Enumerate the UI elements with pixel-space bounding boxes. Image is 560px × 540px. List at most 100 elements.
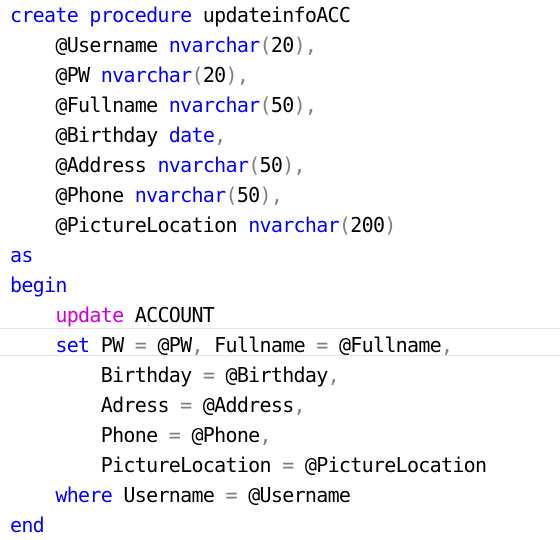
sql-operator: ), [282, 153, 305, 177]
code-line[interactable]: Birthday = @Birthday, [10, 360, 558, 390]
sql-operator: = [168, 423, 181, 447]
sql-operator: , [214, 123, 226, 147]
sql-text: 20 [202, 63, 226, 87]
sql-operator: = [316, 333, 328, 357]
sql-text: @PW [146, 333, 192, 357]
sql-text: @PictureLocation [293, 453, 487, 477]
sql-text: @Birthday [214, 363, 328, 387]
sql-text: @PW [55, 63, 101, 87]
sql-operator: ( [259, 93, 272, 117]
sql-text: 50 [236, 183, 260, 207]
sql-keyword: create [10, 3, 79, 27]
sql-operator: , [259, 423, 272, 447]
code-line[interactable]: @Phone nvarchar(50), [10, 180, 558, 210]
sql-text: 200 [350, 213, 385, 237]
sql-keyword: date [168, 123, 215, 147]
code-line[interactable]: @Fullname nvarchar(50), [10, 90, 558, 120]
sql-text: @Address [191, 393, 294, 417]
sql-text: Fullname [202, 333, 317, 357]
sql-text: @Phone [180, 423, 260, 447]
sql-text: PictureLocation [100, 453, 283, 477]
sql-keyword: begin [10, 273, 67, 297]
sql-text: Birthday [100, 363, 203, 387]
sql-text: Username [112, 483, 226, 507]
code-line[interactable]: end [10, 510, 558, 540]
code-line[interactable]: as [10, 240, 558, 270]
code-line-current[interactable]: set PW = @PW, Fullname = @Fullname, [10, 330, 558, 360]
sql-operator: , [327, 363, 340, 387]
sql-keyword: as [10, 243, 33, 267]
sql-operator: ), [259, 183, 283, 207]
sql-keyword: nvarchar [168, 33, 260, 57]
sql-keyword: nvarchar [134, 183, 226, 207]
sql-operator: = [180, 393, 192, 417]
sql-keyword: nvarchar [248, 213, 339, 237]
code-line[interactable]: @Username nvarchar(20), [10, 30, 558, 60]
sql-keyword: where [55, 483, 113, 507]
code-line[interactable]: @Birthday date, [10, 120, 558, 150]
sql-text: @Fullname [327, 333, 442, 357]
sql-text: @Fullname [55, 93, 169, 117]
sql-text: Adress [100, 393, 181, 417]
sql-operator: ), [293, 33, 317, 57]
sql-operator: ( [338, 213, 351, 237]
sql-operator: = [225, 483, 238, 507]
sql-operator: ) [384, 213, 396, 237]
sql-text: Phone [100, 423, 169, 447]
sql-code[interactable]: create procedure updateinfoACC @Username… [10, 0, 558, 540]
sql-keyword: procedure [89, 3, 192, 27]
code-line[interactable]: Phone = @Phone, [10, 420, 558, 450]
sql-keyword: end [10, 513, 45, 537]
sql-operator: , [191, 333, 204, 357]
sql-text: ACCOUNT [123, 303, 215, 327]
sql-text: @Username [236, 483, 351, 507]
code-line[interactable]: @PW nvarchar(20), [10, 60, 558, 90]
sql-keyword: nvarchar [100, 63, 192, 87]
sql-operator: = [202, 363, 215, 387]
sql-text: 20 [270, 33, 294, 57]
sql-keyword: nvarchar [157, 153, 249, 177]
sql-text: @Birthday [55, 123, 169, 147]
code-editor[interactable]: create procedure updateinfoACC @Username… [0, 0, 560, 539]
sql-keyword: update [55, 303, 124, 327]
sql-text: @PictureLocation [55, 213, 249, 237]
sql-keyword: nvarchar [168, 93, 260, 117]
code-line[interactable]: update ACCOUNT [10, 300, 558, 330]
sql-operator: = [282, 453, 294, 477]
sql-text: updateinfoACC [191, 3, 351, 27]
sql-text: PW [89, 333, 135, 357]
sql-text: 50 [259, 153, 283, 177]
sql-operator: ), [293, 93, 317, 117]
sql-text: 50 [270, 93, 294, 117]
sql-operator: ( [225, 183, 238, 207]
sql-operator: ( [259, 33, 272, 57]
code-line[interactable]: PictureLocation = @PictureLocation [10, 450, 558, 480]
sql-operator: ( [191, 63, 203, 87]
sql-text: @Username [55, 33, 169, 57]
sql-operator: ), [225, 63, 249, 87]
sql-keyword: set [55, 333, 90, 357]
sql-operator: = [134, 333, 147, 357]
code-line[interactable]: where Username = @Username [10, 480, 558, 510]
code-line[interactable]: Adress = @Address, [10, 390, 558, 420]
code-line[interactable]: @PictureLocation nvarchar(200) [10, 210, 558, 240]
sql-operator: , [441, 333, 453, 357]
code-line[interactable]: create procedure updateinfoACC [10, 0, 558, 30]
sql-text: @Address [55, 153, 158, 177]
code-line[interactable]: begin [10, 270, 558, 300]
sql-operator: ( [248, 153, 260, 177]
code-line[interactable]: @Address nvarchar(50), [10, 150, 558, 180]
